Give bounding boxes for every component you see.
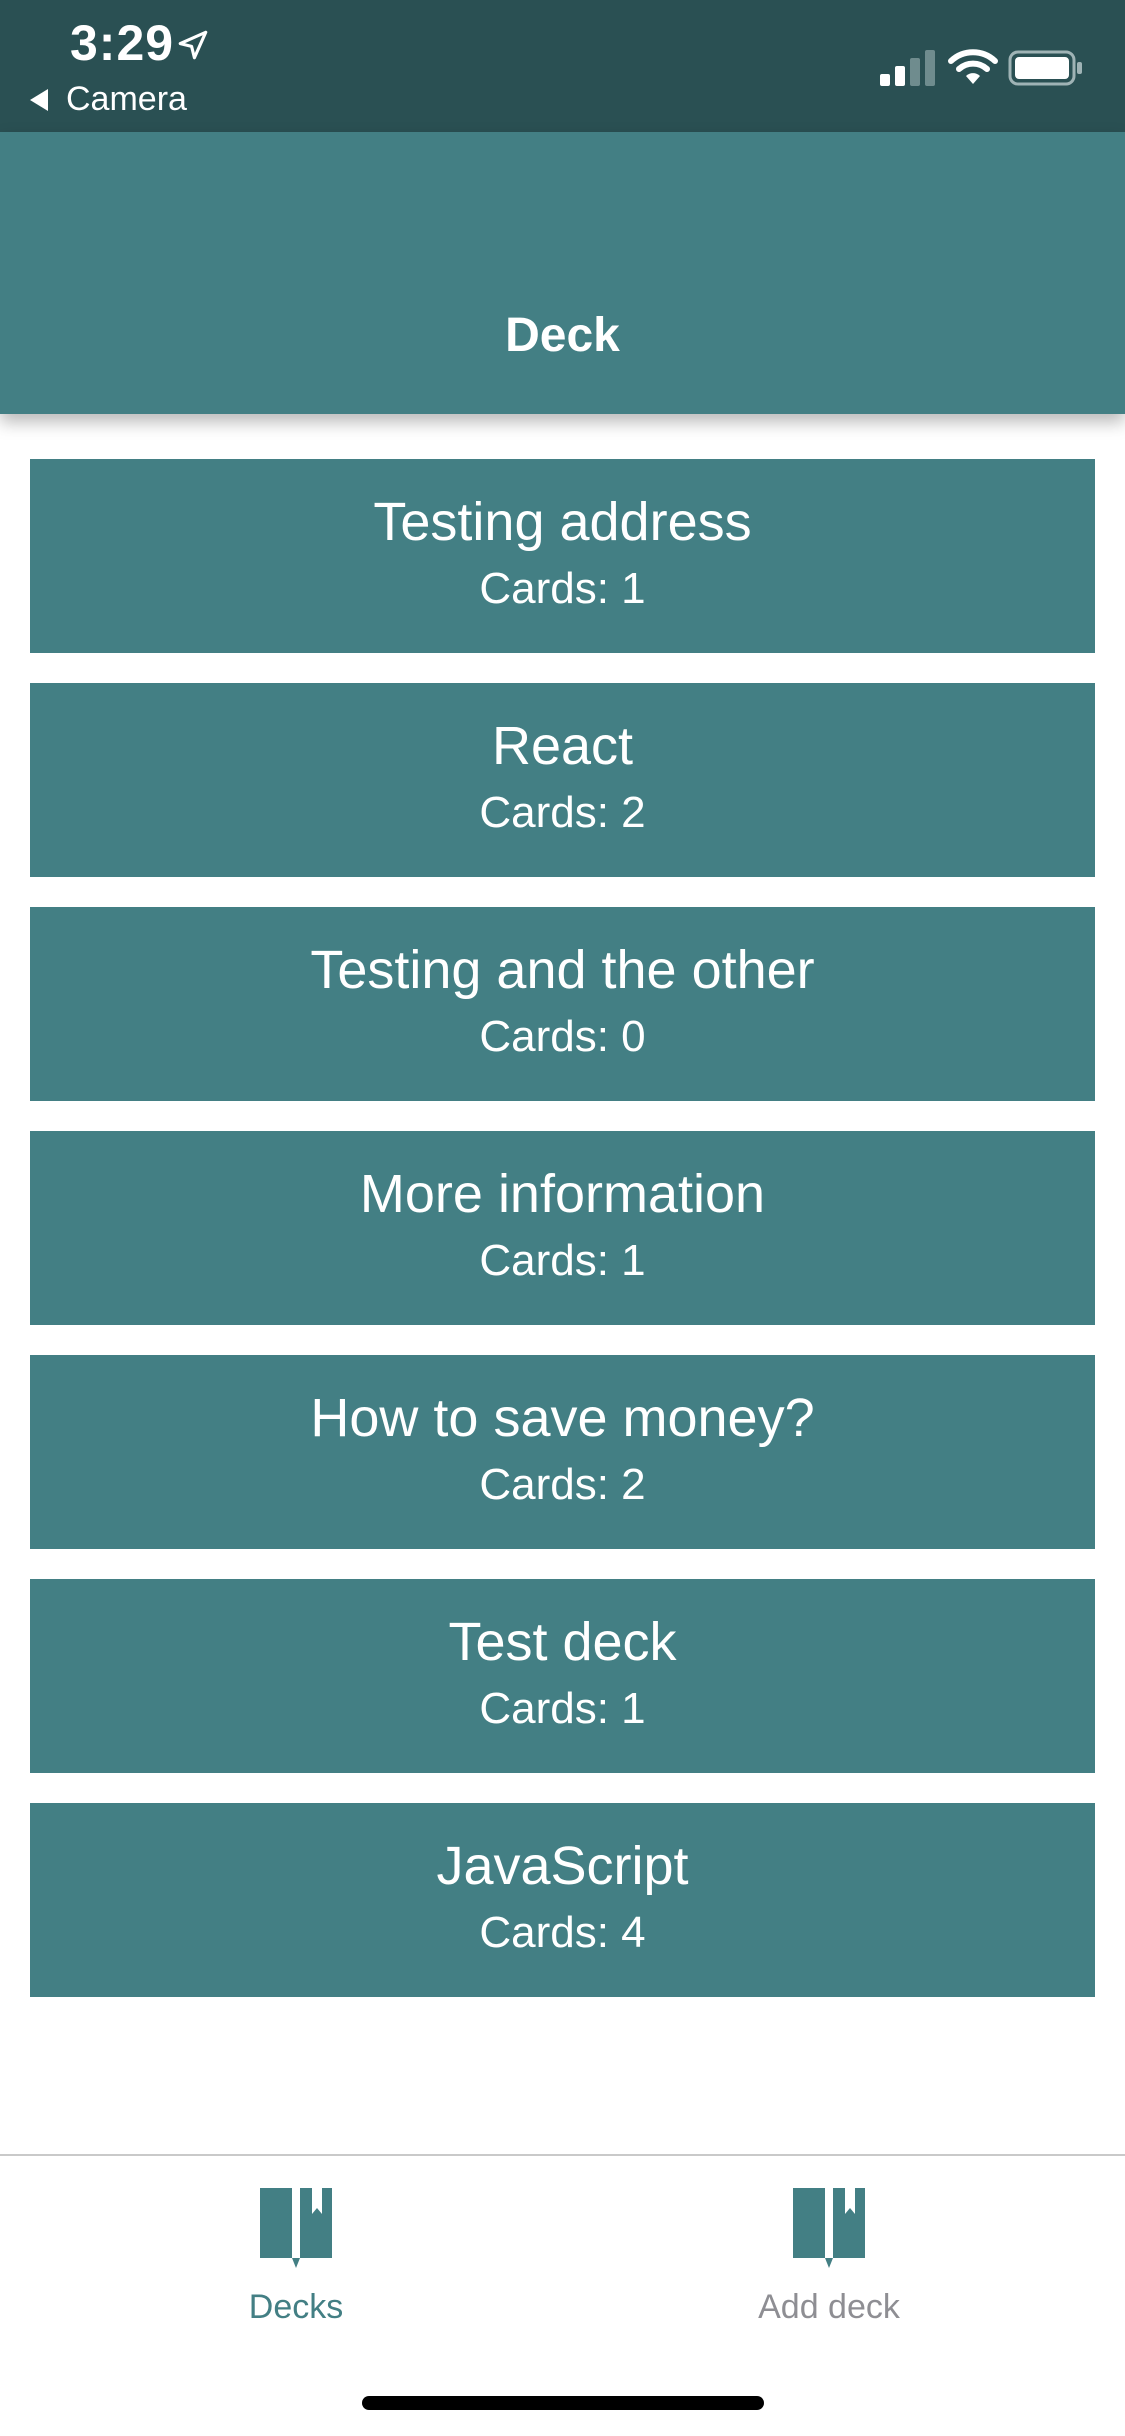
deck-card-count: Cards: 0 (479, 1012, 646, 1061)
wifi-icon (948, 49, 998, 84)
deck-card[interactable]: Test deck Cards: 1 (30, 1579, 1095, 1773)
back-to-app-button[interactable]: Camera (30, 80, 187, 119)
back-triangle-icon (30, 88, 48, 111)
deck-card-count: Cards: 1 (479, 1236, 646, 1285)
deck-card[interactable]: More information Cards: 1 (30, 1131, 1095, 1325)
status-time: 3:29 (70, 15, 175, 71)
tab-decks[interactable]: Decks (146, 2186, 446, 2346)
deck-card-count: Cards: 2 (479, 788, 646, 837)
tab-add-deck[interactable]: Add deck (679, 2186, 979, 2346)
tab-label: Decks (248, 2288, 344, 2326)
back-app-label: Camera (66, 80, 187, 118)
deck-card[interactable]: JavaScript Cards: 4 (30, 1803, 1095, 1997)
bookmark-book-icon (260, 2188, 332, 2268)
tab-bar: Decks Add deck (0, 2154, 1125, 2436)
deck-card[interactable]: How to save money? Cards: 2 (30, 1355, 1095, 1549)
home-indicator (362, 2396, 764, 2410)
deck-title: React (491, 716, 634, 776)
deck-title: JavaScript (436, 1836, 689, 1896)
deck-card-count: Cards: 4 (479, 1908, 646, 1957)
deck-title: How to save money? (310, 1388, 815, 1448)
screen: 3:29 Camera Deck Testing address Cards: … (0, 0, 1125, 2436)
battery-icon (1008, 50, 1082, 86)
deck-card-count: Cards: 2 (479, 1460, 646, 1509)
location-arrow-icon (178, 30, 208, 60)
bookmark-book-icon (793, 2188, 865, 2268)
page-title: Deck (505, 309, 620, 362)
status-bar: 3:29 Camera (0, 0, 1125, 132)
deck-title: More information (359, 1164, 766, 1224)
deck-card[interactable]: React Cards: 2 (30, 683, 1095, 877)
deck-list: Testing address Cards: 1 React Cards: 2 … (30, 459, 1095, 2027)
deck-title: Testing and the other (310, 940, 815, 1000)
deck-card-count: Cards: 1 (479, 1684, 646, 1733)
deck-card-count: Cards: 1 (479, 564, 646, 613)
deck-title: Test deck (448, 1612, 677, 1672)
navigation-header: Deck (0, 132, 1125, 414)
deck-card[interactable]: Testing address Cards: 1 (30, 459, 1095, 653)
tab-label: Add deck (758, 2288, 900, 2326)
deck-title: Testing address (373, 492, 752, 552)
cellular-signal-icon (880, 50, 935, 86)
deck-card[interactable]: Testing and the other Cards: 0 (30, 907, 1095, 1101)
